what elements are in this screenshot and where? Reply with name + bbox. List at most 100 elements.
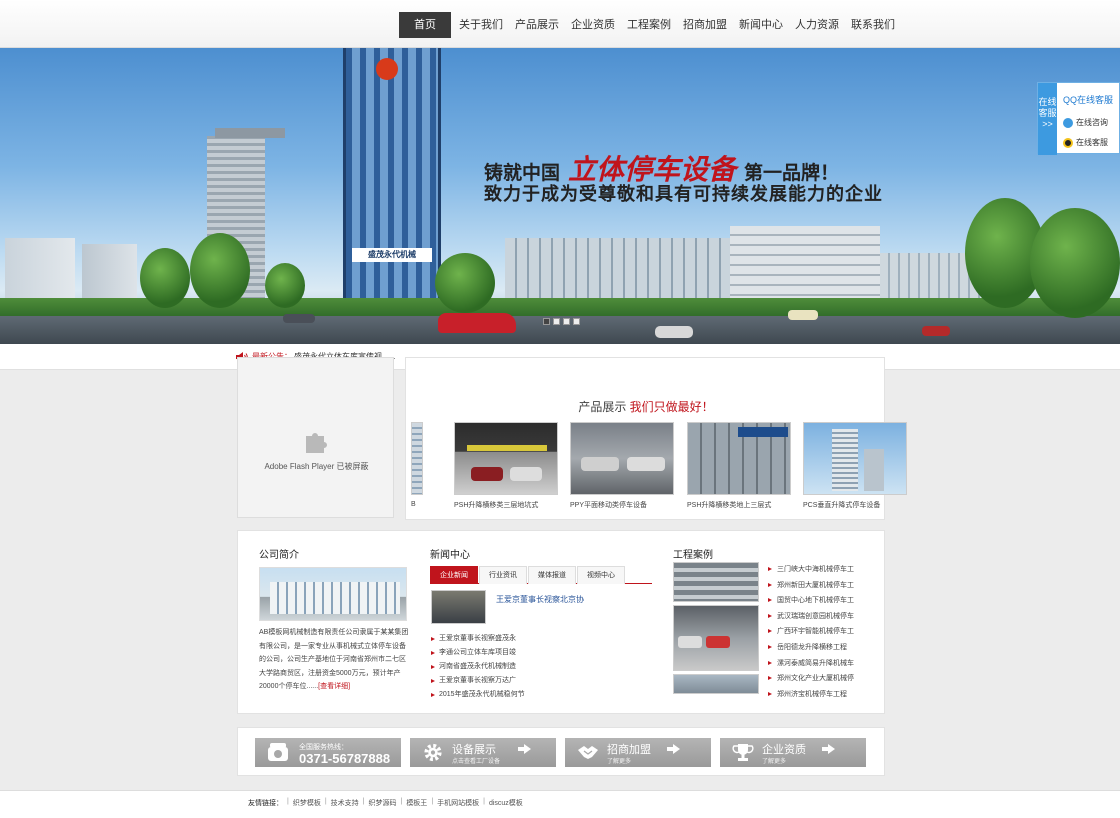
news-title: 新闻中心: [430, 550, 470, 561]
tree: [140, 248, 190, 308]
tab-media-reports[interactable]: 媒体报道: [528, 566, 576, 584]
nav-qualification[interactable]: 企业资质: [565, 12, 621, 38]
case-item[interactable]: 国贸中心地下机械停车工: [768, 593, 854, 609]
nav-franchise[interactable]: 招商加盟: [677, 12, 733, 38]
case-item[interactable]: 武汉瑞瑞创意园机械停车: [768, 609, 854, 625]
qualification-subtitle: 了解更多: [762, 759, 787, 765]
product-image-partial: [411, 422, 423, 495]
main-nav: 首页 关于我们 产品展示 企业资质 工程案例 招商加盟 新闻中心 人力资源 联系…: [399, 12, 901, 38]
case-item[interactable]: 三门峡大中海机械停车工: [768, 562, 854, 578]
tab-industry-news[interactable]: 行业资讯: [479, 566, 527, 584]
carousel-dot[interactable]: [563, 318, 570, 325]
products-title-prefix: 产品展示: [578, 400, 627, 414]
case-list: 三门峡大中海机械停车工 郑州新田大厦机械停车工 国贸中心地下机械停车工 武汉瑞瑞…: [768, 562, 854, 702]
news-list: 王爱京董事长视察盛茂永 李通公司立体车库项目竣 河南省盛茂永代机械制造 王爱京董…: [431, 632, 525, 702]
link-separator: |: [431, 798, 434, 805]
tower-logo: [376, 58, 398, 80]
product-image: [803, 422, 907, 495]
product-card[interactable]: PPY平面移动类停车设备: [570, 422, 674, 510]
case-item[interactable]: 广西环宇智能机械停车工: [768, 624, 854, 640]
gear-icon: [424, 743, 442, 762]
case-image[interactable]: [673, 674, 759, 694]
qualification-title: 企业资质: [762, 744, 806, 756]
case-item[interactable]: 郑州济宝机械停车工程: [768, 687, 854, 703]
qq-consult-label: 在线咨询: [1076, 118, 1108, 127]
news-item[interactable]: 2015年盛茂永代机械稳何节: [431, 688, 525, 702]
nav-products[interactable]: 产品展示: [509, 12, 565, 38]
news-item[interactable]: 王爱京董事长视察盛茂永: [431, 632, 525, 646]
friend-links-label: 友情链接：: [248, 800, 283, 807]
friend-link[interactable]: 技术支持: [331, 798, 359, 808]
friend-link[interactable]: 织梦源码: [368, 798, 396, 808]
link-separator: |: [287, 798, 289, 805]
equipment-button[interactable]: 设备展示 点击查看工厂设备: [410, 738, 556, 767]
friend-link[interactable]: 手机网站模板: [437, 798, 479, 808]
news-item[interactable]: 王爱京董事长视察万达广: [431, 674, 525, 688]
arrow-right-icon: [667, 744, 680, 754]
qq-service-tab[interactable]: 在线客服>>: [1038, 83, 1057, 155]
franchise-subtitle: 了解更多: [607, 759, 632, 765]
nav-news[interactable]: 新闻中心: [733, 12, 789, 38]
intro-title: 公司简介: [259, 550, 299, 561]
qq-service-link[interactable]: 在线客服: [1063, 137, 1108, 148]
franchise-title: 招商加盟: [607, 744, 651, 756]
intro-body: AB模板网机械制造有限责任公司隶属于某某集团有限公司，是一家专业从事机械式立体停…: [259, 629, 409, 690]
news-thumbnail[interactable]: [431, 590, 486, 624]
case-item[interactable]: 郑州新田大厦机械停车工: [768, 578, 854, 594]
franchise-button[interactable]: 招商加盟 了解更多: [565, 738, 711, 767]
case-item[interactable]: 漯河泰威简易升降机械车: [768, 656, 854, 672]
intro-more-link[interactable]: [查看详细]: [318, 683, 350, 690]
hotline-number: 0371-56787888: [299, 751, 391, 766]
news-headline[interactable]: 王爱京董事长视察北京协: [496, 594, 584, 605]
product-image: [687, 422, 791, 495]
news-item[interactable]: 李通公司立体车库项目竣: [431, 646, 525, 660]
case-image[interactable]: [673, 605, 759, 671]
case-item[interactable]: 岳阳德龙升降横移工程: [768, 640, 854, 656]
product-caption[interactable]: PSH升降横移类地上三层式: [687, 500, 791, 510]
product-caption[interactable]: PCS垂直升降式停车设备: [803, 500, 907, 510]
product-caption[interactable]: PPY平面移动类停车设备: [570, 500, 674, 510]
equipment-subtitle: 点击查看工厂设备: [452, 759, 501, 765]
parking-tower: 盛茂永代机械: [343, 48, 441, 310]
hero-banner[interactable]: 盛茂永代机械 铸就中国 立体停车设备 第一品牌！ 致力于成为受尊敬和具有可持续发展能…: [0, 48, 1120, 344]
friend-link[interactable]: 模板王: [406, 798, 427, 808]
hotline-button[interactable]: 全国服务热线： 0371-56787888: [255, 738, 401, 767]
product-card[interactable]: PCS垂直升降式停车设备: [803, 422, 907, 510]
link-separator: |: [483, 798, 485, 805]
qq-service-title: QQ在线客服: [1063, 95, 1114, 105]
carousel-dot[interactable]: [543, 318, 550, 325]
nav-about[interactable]: 关于我们: [453, 12, 509, 38]
handshake-icon: [578, 746, 598, 759]
news-tabs: 企业新闻 行业资讯 媒体报道 视频中心: [430, 566, 652, 584]
friend-link[interactable]: 织梦模板: [293, 798, 321, 808]
nav-hr[interactable]: 人力资源: [789, 12, 845, 38]
link-separator: |: [362, 798, 365, 805]
product-card[interactable]: PSH升降横移类地上三层式: [687, 422, 791, 510]
tab-video-center[interactable]: 视频中心: [577, 566, 625, 584]
flash-blocked-text: Adobe Flash Player 已被屏蔽: [264, 462, 369, 471]
car: [655, 326, 693, 338]
case-image[interactable]: [673, 562, 759, 602]
qualification-button[interactable]: 企业资质 了解更多: [720, 738, 866, 767]
qq-consult-link[interactable]: 在线咨询: [1063, 117, 1108, 128]
tab-company-news[interactable]: 企业新闻: [430, 566, 478, 584]
nav-contact[interactable]: 联系我们: [845, 12, 901, 38]
qq-service-widget: 在线客服>> QQ在线客服 在线咨询 在线客服: [1037, 82, 1120, 155]
friend-link[interactable]: discuz模板: [489, 798, 523, 808]
trophy-icon: [732, 744, 754, 761]
intro-text: AB模板网机械制造有限责任公司隶属于某某集团有限公司，是一家专业从事机械式立体停…: [259, 626, 409, 694]
products-title-highlight: 我们只做最好！: [629, 400, 714, 414]
tree: [265, 263, 305, 308]
product-card[interactable]: PSH升降横移类三层地坑式: [454, 422, 558, 510]
nav-cases[interactable]: 工程案例: [621, 12, 677, 38]
tree: [435, 253, 495, 313]
flash-placeholder[interactable]: Adobe Flash Player 已被屏蔽: [237, 357, 394, 518]
carousel-dot[interactable]: [553, 318, 560, 325]
phone-icon: [268, 743, 288, 761]
company-building-image: [259, 567, 407, 621]
case-item[interactable]: 郑州文化产业大厦机械停: [768, 671, 854, 687]
carousel-dot[interactable]: [573, 318, 580, 325]
news-item[interactable]: 河南省盛茂永代机械制造: [431, 660, 525, 674]
product-caption[interactable]: PSH升降横移类三层地坑式: [454, 500, 558, 510]
nav-home[interactable]: 首页: [399, 12, 451, 38]
